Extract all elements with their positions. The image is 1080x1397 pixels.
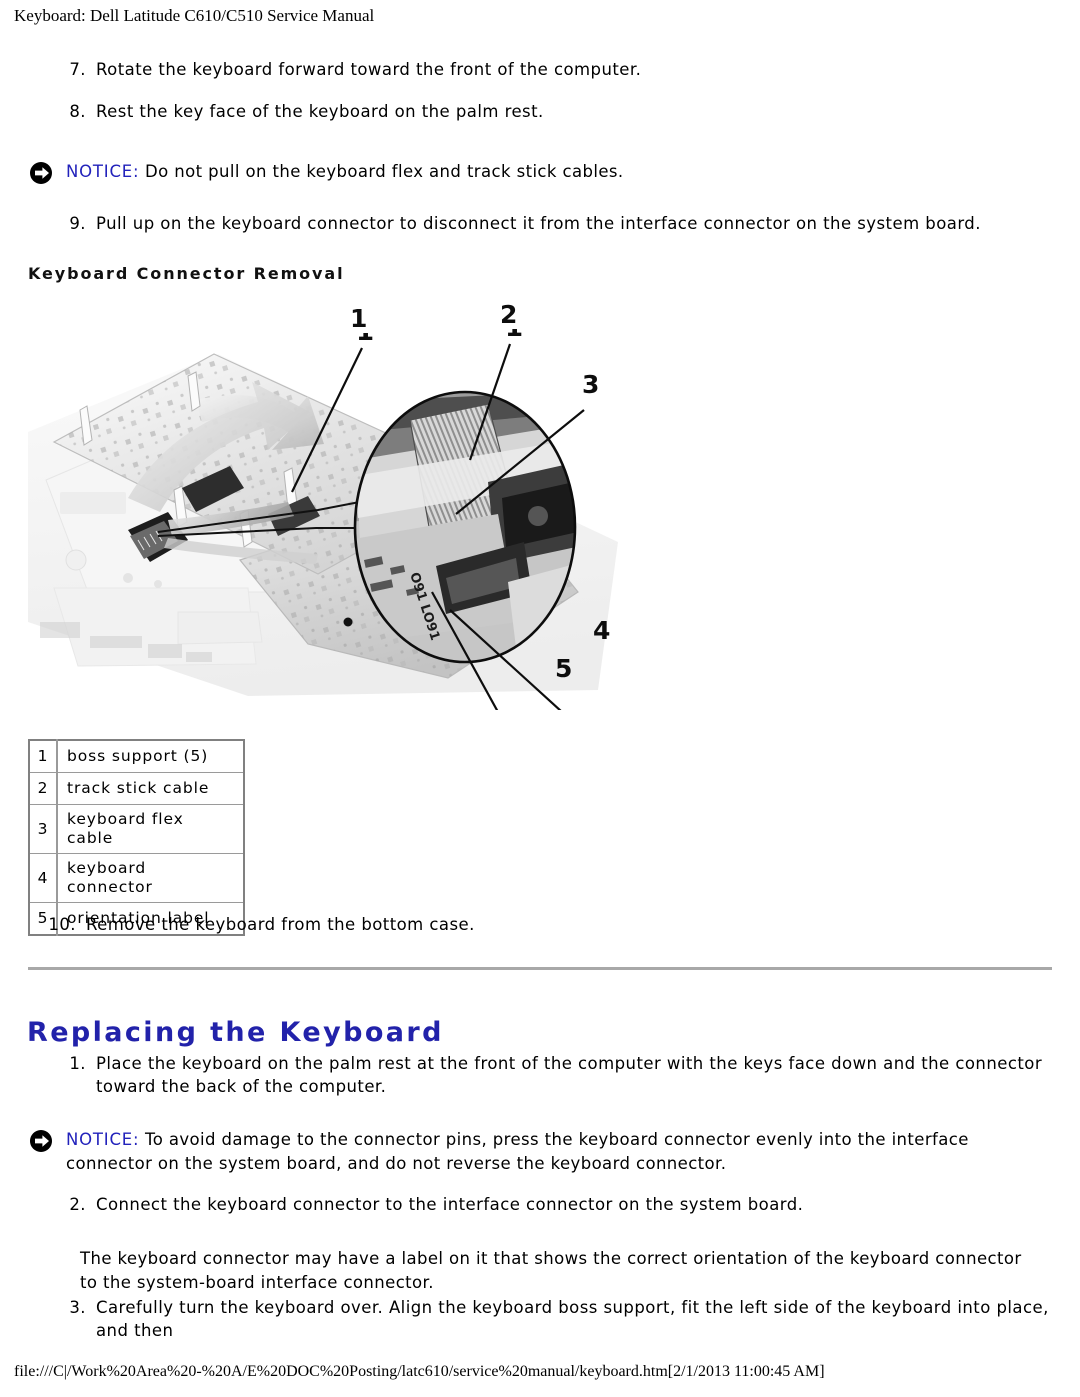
step-number: 1. <box>69 1054 86 1073</box>
step-text: Place the keyboard on the palm rest at t… <box>96 1054 1043 1096</box>
legend-index: 3 <box>28 804 58 854</box>
legend-label: boss support (5) <box>56 739 245 773</box>
figure-callout-5: 5 <box>555 654 573 683</box>
section-divider <box>28 967 1052 970</box>
figure-callout-2: 2 <box>498 300 520 329</box>
step-text: Pull up on the keyboard connector to dis… <box>96 214 981 233</box>
list-item: 8. Rest the key face of the keyboard on … <box>52 100 992 123</box>
step-number: 7. <box>69 60 86 79</box>
step-text: Carefully turn the keyboard over. Align … <box>96 1298 1049 1340</box>
list-item: 2. Connect the keyboard connector to the… <box>52 1193 1052 1216</box>
notice-text: Do not pull on the keyboard flex and tra… <box>139 162 624 181</box>
notice-label: NOTICE: <box>66 162 140 181</box>
legend-label: keyboard connector <box>56 853 245 903</box>
list-item: 10. Remove the keyboard from the bottom … <box>42 913 982 936</box>
note-paragraph: The keyboard connector may have a label … <box>80 1249 1022 1292</box>
list-item: 1. Place the keyboard on the palm rest a… <box>52 1052 1052 1098</box>
figure-callout-3: 3 <box>580 370 602 399</box>
page-header-title: Keyboard: Dell Latitude C610/C510 Servic… <box>14 6 375 25</box>
table-row: 3 keyboard flex cable <box>28 804 245 854</box>
figure-caption: Keyboard Connector Removal <box>28 264 345 283</box>
step-text: Rest the key face of the keyboard on the… <box>96 102 544 121</box>
table-row: 4 keyboard connector <box>28 853 245 903</box>
step-number: 9. <box>69 214 86 233</box>
step-number: 3. <box>69 1298 86 1317</box>
notice-block-removal: NOTICE: Do not pull on the keyboard flex… <box>28 160 1052 185</box>
step-number: 2. <box>69 1195 86 1214</box>
legend-index: 1 <box>28 739 58 773</box>
table-row: 2 track stick cable <box>28 772 245 805</box>
figure-callout-4: 4 <box>593 616 611 645</box>
legend-label: track stick cable <box>56 772 245 805</box>
page-footer-path: file:///C|/Work%20Area%20-%20A/E%20DOC%2… <box>14 1363 825 1380</box>
notice-arrow-icon <box>28 1129 56 1153</box>
list-item: 3. Carefully turn the keyboard over. Ali… <box>52 1296 1062 1342</box>
notice-label: NOTICE: <box>66 1130 140 1149</box>
legend-label: keyboard flex cable <box>56 804 245 854</box>
notice-arrow-icon <box>28 161 56 185</box>
notice-text: To avoid damage to the connector pins, p… <box>66 1130 969 1173</box>
step-number: 10. <box>48 915 76 934</box>
step-number: 8. <box>69 102 86 121</box>
list-item: 7. Rotate the keyboard forward toward th… <box>52 58 992 81</box>
notice-content: NOTICE: To avoid damage to the connector… <box>66 1128 1052 1176</box>
legend-index: 2 <box>28 772 58 805</box>
legend-index: 4 <box>28 853 58 903</box>
step-text: Connect the keyboard connector to the in… <box>96 1195 804 1214</box>
table-row: 1 boss support (5) <box>28 739 245 773</box>
keyboard-connector-removal-figure: O91 LO91 1 2 3 4 5 <box>18 292 666 710</box>
page-title: Replacing the Keyboard <box>27 1017 444 1049</box>
step-text: Rotate the keyboard forward toward the f… <box>96 60 642 79</box>
list-item: 9. Pull up on the keyboard connector to … <box>52 212 1032 235</box>
step-text: Remove the keyboard from the bottom case… <box>86 915 475 934</box>
notice-content: NOTICE: Do not pull on the keyboard flex… <box>66 160 1052 184</box>
figure-callout-1: 1 <box>348 304 370 333</box>
notice-block-replacing: NOTICE: To avoid damage to the connector… <box>28 1128 1052 1176</box>
figure-legend-table: 1 boss support (5) 2 track stick cable 3… <box>28 739 245 936</box>
